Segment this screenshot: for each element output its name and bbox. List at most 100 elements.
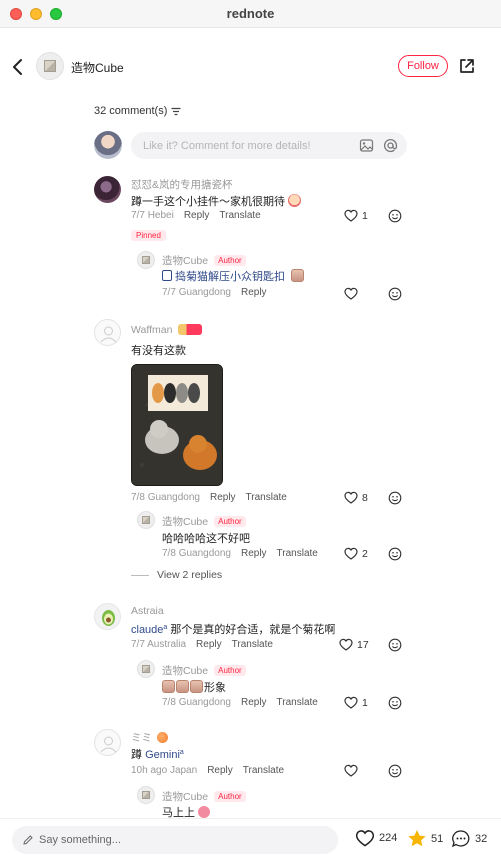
reply-author-name[interactable]: 造物Cube: [162, 516, 208, 528]
divider-line: [131, 574, 149, 576]
comment-input-placeholder: Like it? Comment for more details!: [143, 139, 311, 152]
mention-link[interactable]: claude: [131, 624, 163, 636]
comment-text-content: 蹲: [131, 749, 142, 761]
reply-button[interactable]: Reply: [241, 548, 267, 559]
level-badge-icon: [178, 324, 203, 335]
smiley-react-icon[interactable]: [388, 764, 402, 778]
comment-count-sort[interactable]: 32 comment(s): [94, 105, 181, 117]
mention-icon[interactable]: [383, 138, 398, 153]
translate-button[interactable]: Translate: [246, 492, 287, 503]
reply-text-content: 形象: [204, 682, 226, 694]
view-replies-link[interactable]: View 2 replies: [131, 569, 222, 581]
reply-author-name[interactable]: 造物Cube: [162, 791, 208, 803]
like-count: 8: [362, 491, 368, 504]
reply-author-name[interactable]: 造物Cube: [162, 665, 208, 677]
smiley-react-icon[interactable]: [388, 287, 402, 301]
commenter-avatar[interactable]: [94, 603, 121, 630]
comment-text: 蹲 Geminia: [131, 746, 184, 762]
default-avatar-icon: [100, 736, 117, 753]
star-icon: [408, 830, 426, 847]
comment-text-content: 蹲一手这个小挂件～家机很期待: [131, 196, 285, 208]
commenter-avatar[interactable]: [94, 729, 121, 756]
heart-icon: [355, 830, 375, 847]
post-collect-count: 51: [431, 832, 444, 845]
reply-button[interactable]: Reply: [184, 210, 210, 221]
post-comment-button[interactable]: 32: [451, 829, 487, 848]
translate-button[interactable]: Translate: [277, 697, 318, 708]
reply-button[interactable]: Reply: [210, 492, 236, 503]
comment-meta: 7/7 Hebei Reply Translate: [131, 210, 261, 221]
like-button[interactable]: 2: [344, 547, 368, 560]
reply-button[interactable]: Reply: [196, 639, 222, 650]
pinned-badge: Pinned: [131, 230, 166, 241]
author-name[interactable]: 造物Cube: [71, 59, 124, 76]
commenter-name-line: Waffman: [131, 324, 203, 336]
like-count: 1: [362, 696, 368, 709]
back-arrow-icon[interactable]: [10, 58, 26, 76]
commenter-name[interactable]: Astraia: [131, 605, 164, 617]
heart-icon: [344, 764, 358, 777]
reply-button[interactable]: Reply: [241, 287, 267, 298]
commenter-name[interactable]: ミミ: [131, 732, 152, 744]
comment-date: 7/8: [131, 492, 145, 503]
mention-superscript-icon: a: [163, 624, 168, 631]
image-icon[interactable]: [359, 138, 374, 153]
smiley-react-icon[interactable]: [388, 696, 402, 710]
reply-author-line: 造物Cube Author: [162, 789, 246, 804]
chat-bubble-icon: [451, 830, 470, 848]
comment-location: Japan: [169, 765, 198, 776]
commenter-name[interactable]: Waffman: [131, 324, 172, 336]
reply-date: 7/8: [162, 548, 176, 559]
baby-face-emoji-icon: [288, 194, 302, 207]
author-avatar[interactable]: [36, 52, 64, 80]
sort-icon[interactable]: [171, 107, 181, 116]
like-button[interactable]: 8: [344, 491, 368, 504]
reply-button[interactable]: Reply: [241, 697, 267, 708]
mention-link[interactable]: Gemini: [145, 749, 180, 761]
reply-date: 7/7: [162, 287, 176, 298]
commenter-avatar[interactable]: [94, 319, 121, 346]
smiley-react-icon[interactable]: [388, 638, 402, 652]
like-button[interactable]: [344, 764, 358, 777]
face-sticker-icon: [176, 680, 189, 693]
like-button[interactable]: 1: [344, 209, 368, 222]
post-like-button[interactable]: 224: [355, 829, 397, 847]
smiley-react-icon[interactable]: [388, 209, 402, 223]
window-title: rednote: [226, 6, 275, 21]
like-button[interactable]: 17: [339, 638, 369, 651]
comment-meta: 10h ago Japan Reply Translate: [131, 765, 284, 776]
reply-author-avatar[interactable]: [137, 511, 155, 529]
reply-location: Guangdong: [178, 697, 231, 708]
comment-image[interactable]: [131, 364, 223, 486]
comment-location: Guangdong: [147, 492, 200, 503]
follow-button[interactable]: Follow: [398, 55, 448, 77]
current-user-avatar: [94, 131, 122, 159]
like-button[interactable]: 1: [344, 696, 368, 709]
smiley-react-icon[interactable]: [388, 547, 402, 561]
post-collect-button[interactable]: 51: [407, 829, 443, 848]
say-something-input[interactable]: Say something...: [12, 826, 338, 854]
translate-button[interactable]: Translate: [219, 210, 260, 221]
translate-button[interactable]: Translate: [232, 639, 273, 650]
smiley-react-icon[interactable]: [388, 491, 402, 505]
translate-button[interactable]: Translate: [243, 765, 284, 776]
product-link[interactable]: 捣菊猫解压小众钥匙扣: [175, 271, 285, 283]
reply-text: 哈哈哈哈这不好吧: [162, 533, 250, 545]
comment-input[interactable]: Like it? Comment for more details!: [131, 132, 407, 159]
default-avatar-icon: [100, 326, 117, 343]
like-button[interactable]: [344, 287, 358, 300]
heart-icon: [344, 696, 358, 709]
share-icon[interactable]: [458, 57, 476, 75]
commenter-name[interactable]: 怼怼&岚的专用搪瓷杯: [131, 177, 233, 192]
reply-button[interactable]: Reply: [207, 765, 233, 776]
comment-location: Hebei: [147, 210, 174, 221]
commenter-avatar[interactable]: [94, 176, 121, 203]
heart-icon: [344, 287, 358, 300]
like-count: 2: [362, 547, 368, 560]
reply-author-name[interactable]: 造物Cube: [162, 255, 208, 267]
face-sticker-icon: [190, 680, 203, 693]
reply-author-avatar[interactable]: [137, 660, 155, 678]
reply-author-avatar[interactable]: [137, 786, 155, 804]
translate-button[interactable]: Translate: [277, 548, 318, 559]
reply-author-avatar[interactable]: [137, 251, 155, 269]
